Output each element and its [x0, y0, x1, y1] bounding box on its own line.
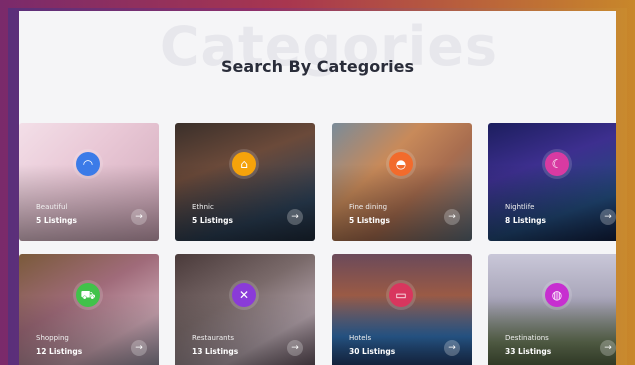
category-card[interactable]: ◠ Beautiful 5 Listings → — [19, 123, 159, 241]
listing-count: 5 Listings — [192, 216, 233, 225]
arrow-right-icon[interactable]: → — [287, 209, 303, 225]
listing-count: 30 Listings — [349, 347, 396, 356]
category-name: Hotels — [349, 334, 372, 342]
category-card[interactable]: ☾ Nightlife 8 Listings → — [488, 123, 616, 241]
category-card[interactable]: ▭ Hotels 30 Listings → — [332, 254, 472, 365]
category-card[interactable]: ◍ Destinations 33 Listings → — [488, 254, 616, 365]
category-name: Nightlife — [505, 203, 535, 211]
arrow-right-icon[interactable]: → — [131, 209, 147, 225]
listing-count: 8 Listings — [505, 216, 546, 225]
moon-icon: ☾ — [545, 152, 569, 176]
outer-frame: Categories Search By Categories ◠ Beautif… — [8, 8, 627, 365]
cutlery-icon: ✕ — [232, 283, 256, 307]
cart-icon: ⛟ — [76, 283, 100, 307]
dish-icon: ⌂ — [232, 152, 256, 176]
cloche-icon: ◓ — [389, 152, 413, 176]
bed-icon: ▭ — [389, 283, 413, 307]
category-name: Fine dining — [349, 203, 388, 211]
category-card[interactable]: ✕ Restaurants 13 Listings → — [175, 254, 315, 365]
arrow-right-icon[interactable]: → — [600, 340, 616, 356]
categories-section: Categories Search By Categories ◠ Beautif… — [19, 11, 616, 365]
listing-count: 12 Listings — [36, 347, 83, 356]
category-card[interactable]: ◓ Fine dining 5 Listings → — [332, 123, 472, 241]
spa-icon: ◠ — [76, 152, 100, 176]
section-heading: Search By Categories — [221, 57, 414, 76]
arrow-right-icon[interactable]: → — [287, 340, 303, 356]
category-name: Ethnic — [192, 203, 214, 211]
arrow-right-icon[interactable]: → — [444, 209, 460, 225]
listing-count: 5 Listings — [36, 216, 77, 225]
category-card[interactable]: ⛟ Shopping 12 Listings → — [19, 254, 159, 365]
arrow-right-icon[interactable]: → — [600, 209, 616, 225]
category-name: Restaurants — [192, 334, 234, 342]
category-card[interactable]: ⌂ Ethnic 5 Listings → — [175, 123, 315, 241]
category-name: Shopping — [36, 334, 69, 342]
globe-icon: ◍ — [545, 283, 569, 307]
listing-count: 13 Listings — [192, 347, 239, 356]
arrow-right-icon[interactable]: → — [131, 340, 147, 356]
listing-count: 5 Listings — [349, 216, 390, 225]
category-name: Beautiful — [36, 203, 68, 211]
arrow-right-icon[interactable]: → — [444, 340, 460, 356]
category-name: Destinations — [505, 334, 549, 342]
listing-count: 33 Listings — [505, 347, 552, 356]
